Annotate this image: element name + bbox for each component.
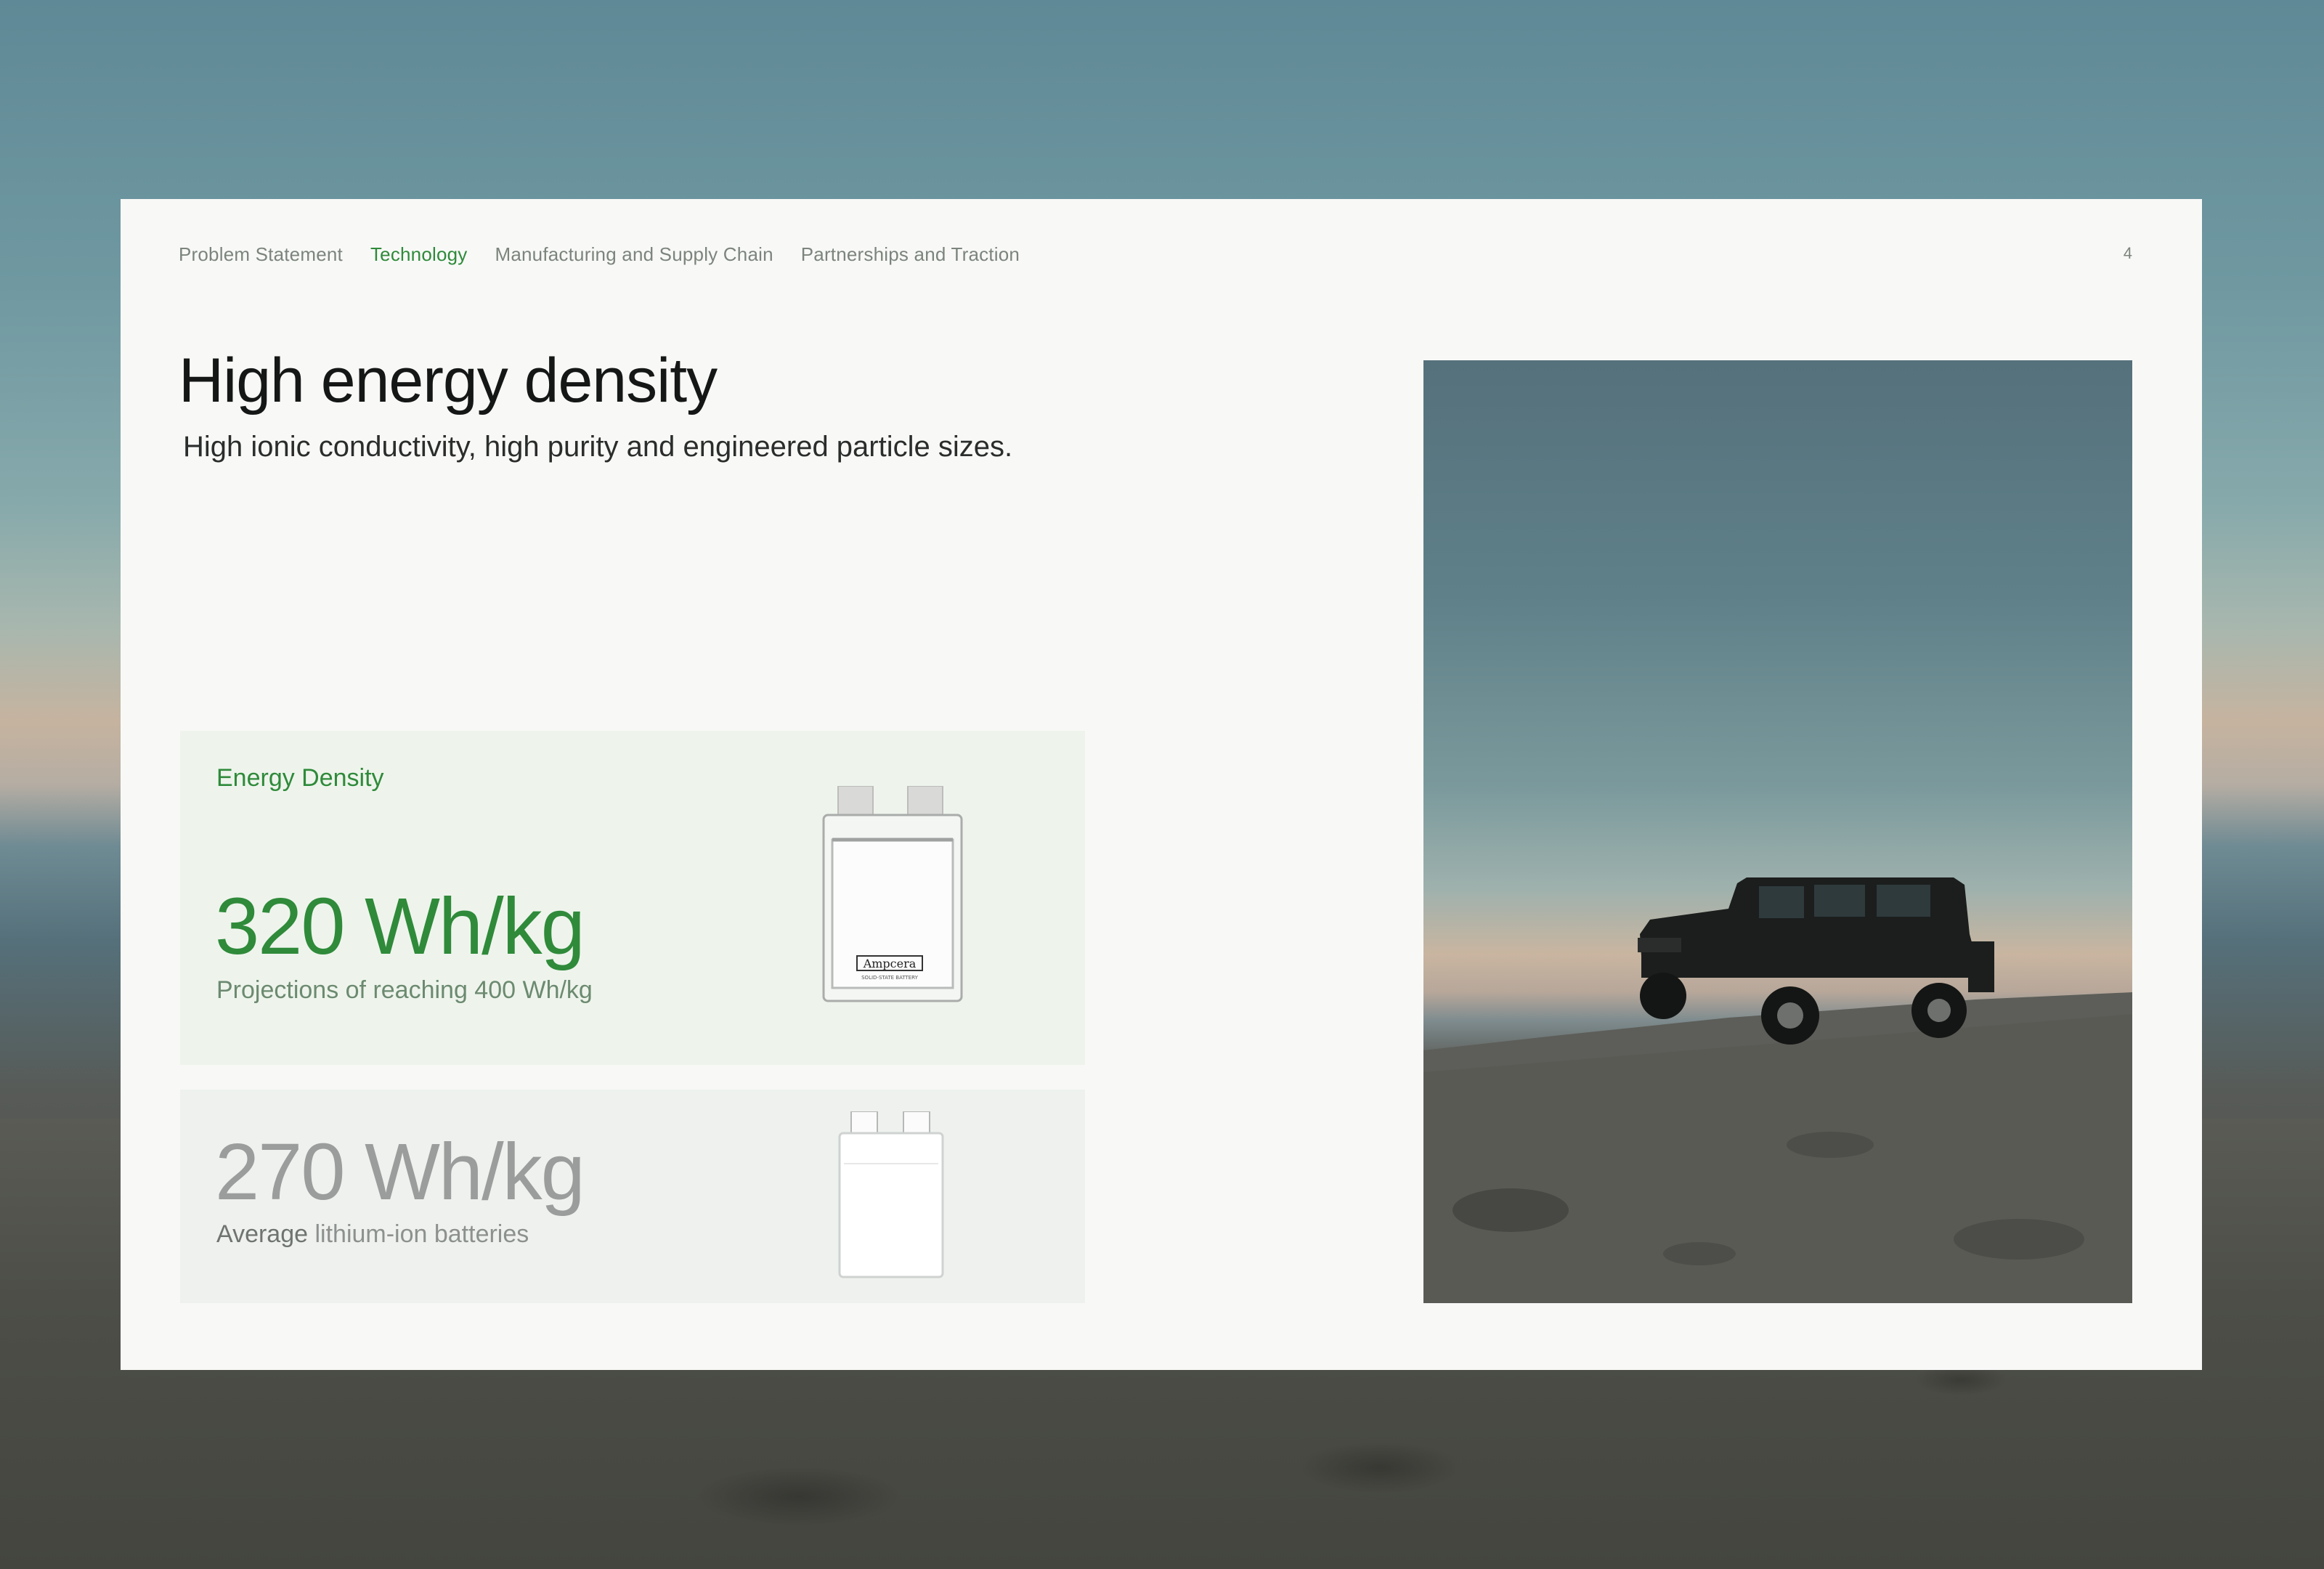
li-ion-caption-strong: Average	[216, 1220, 309, 1248]
li-ion-caption-rest: lithium-ion batteries	[308, 1220, 529, 1248]
li-ion-caption: Average lithium-ion batteries	[216, 1220, 529, 1249]
slide: Problem Statement Technology Manufacturi…	[121, 199, 2202, 1370]
energy-density-label: Energy Density	[216, 764, 384, 792]
jeep-on-cliff-photo	[1423, 360, 2132, 1303]
li-ion-comparison-card: 270 Wh/kg Average lithium-ion batteries	[180, 1090, 1085, 1303]
li-ion-value: 270 Wh/kg	[215, 1127, 585, 1217]
page-title: High energy density	[179, 346, 718, 415]
page-subtitle: High ionic conductivity, high purity and…	[183, 431, 1013, 463]
li-ion-battery-image	[838, 1111, 944, 1278]
page-number: 4	[2123, 244, 2132, 262]
section-nav: Problem Statement Technology Manufacturi…	[179, 243, 1020, 266]
photo-scene	[1423, 877, 2132, 1303]
energy-density-card: Energy Density 320 Wh/kg Projections of …	[180, 731, 1085, 1065]
nav-item-problem-statement[interactable]: Problem Statement	[179, 243, 343, 266]
nav-item-manufacturing[interactable]: Manufacturing and Supply Chain	[495, 243, 773, 266]
nav-item-technology[interactable]: Technology	[370, 243, 468, 266]
svg-text:Ampcera: Ampcera	[863, 957, 917, 970]
energy-density-value: 320 Wh/kg	[215, 882, 585, 971]
energy-density-caption: Projections of reaching 400 Wh/kg	[216, 976, 593, 1004]
nav-item-partnerships[interactable]: Partnerships and Traction	[801, 243, 1020, 266]
jeep-silhouette	[1638, 877, 1994, 1045]
svg-text:SOLID-STATE BATTERY: SOLID-STATE BATTERY	[861, 975, 918, 981]
solid-state-battery-image: Ampcera SOLID-STATE BATTERY	[822, 786, 963, 1002]
